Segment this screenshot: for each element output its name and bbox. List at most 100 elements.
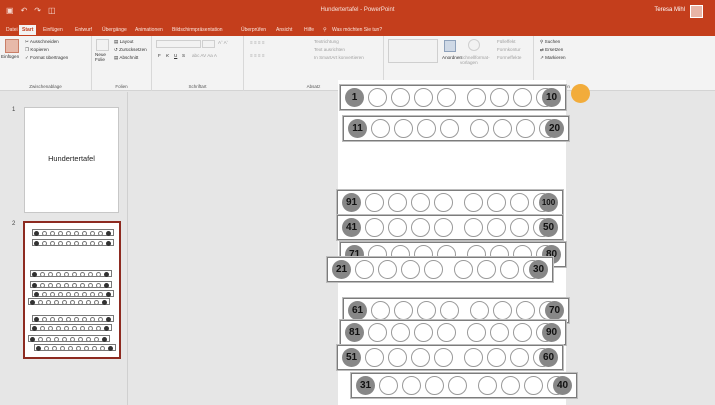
empty-circle: [424, 260, 443, 279]
fill-button[interactable]: Fülleffekt: [497, 39, 516, 44]
mini-circle: [72, 272, 77, 277]
number-strip[interactable]: 91 100: [337, 190, 563, 215]
empty-circle: [391, 88, 410, 107]
paste-icon[interactable]: [5, 39, 19, 53]
outline-button[interactable]: Formkontur: [497, 47, 521, 52]
mini-circle: [72, 326, 77, 331]
mini-number-strip: [32, 239, 114, 246]
tab-bildschirmpraesentation[interactable]: Bildschirmpräsentation: [169, 25, 226, 35]
mini-circle: [50, 292, 55, 297]
empty-circle: [371, 119, 390, 138]
list-icon[interactable]: ≡ ≡ ≡ ≡: [250, 40, 265, 45]
mini-circle: [90, 231, 95, 236]
mini-circle: [60, 346, 65, 351]
number-strip[interactable]: 51 60: [337, 345, 563, 370]
bold-button[interactable]: F: [158, 53, 161, 58]
empty-circle: [470, 301, 489, 320]
orange-circle-marker[interactable]: [571, 84, 590, 103]
quick-styles-button[interactable]: Schnellformat-vorlagen: [460, 55, 492, 65]
smartart-button[interactable]: In SmartArt konvertieren: [314, 55, 364, 60]
start-number-badge: 81: [345, 323, 364, 342]
empty-circle: [411, 218, 430, 237]
section-button[interactable]: ▤ Abschnitt: [114, 55, 138, 61]
tab-uebergaenge[interactable]: Übergänge: [99, 25, 130, 35]
replace-button[interactable]: ⇄ Ersetzen: [540, 47, 563, 53]
tab-start[interactable]: Start: [19, 25, 37, 35]
underline-button[interactable]: U: [174, 53, 177, 58]
reset-button[interactable]: ↺ Zurücksetzen: [114, 47, 147, 53]
tab-ansicht[interactable]: Ansicht: [273, 25, 295, 35]
number-strip[interactable]: 41 50: [337, 215, 563, 240]
mini-circle: [82, 241, 87, 246]
empty-circle: [510, 348, 529, 367]
mini-circle: [102, 300, 107, 305]
paste-button[interactable]: Einfügen: [1, 54, 19, 59]
tab-animationen[interactable]: Animationen: [132, 25, 166, 35]
format-painter-button[interactable]: ✓ Format übertragen: [25, 55, 68, 61]
shapes-gallery-icon[interactable]: [388, 39, 438, 63]
avatar[interactable]: [690, 5, 703, 18]
new-slide-icon[interactable]: [96, 39, 109, 51]
empty-circle: [388, 348, 407, 367]
empty-circle: [464, 348, 483, 367]
mini-circle: [92, 346, 97, 351]
layout-button[interactable]: ▤ Layout: [114, 39, 133, 45]
text-direction-button[interactable]: Textrichtung: [314, 39, 339, 44]
mini-circle: [90, 292, 95, 297]
shadow-button[interactable]: S: [182, 53, 185, 58]
mini-number-strip: [28, 298, 110, 305]
arrange-icon[interactable]: [444, 40, 456, 52]
mini-circle: [58, 231, 63, 236]
start-number-badge: 21: [332, 260, 351, 279]
font-size-box[interactable]: [202, 40, 215, 48]
align-icon[interactable]: ≡ ≡ ≡ ≡: [250, 53, 265, 58]
empty-circle: [394, 301, 413, 320]
tab-hilfe[interactable]: Hilfe: [301, 25, 317, 35]
group-label-clipboard: Zwischenablage: [29, 84, 62, 89]
mini-circle: [96, 326, 101, 331]
empty-circle: [417, 119, 436, 138]
arrange-button[interactable]: Anordnen: [442, 55, 462, 60]
empty-circle: [414, 88, 433, 107]
empty-circle: [467, 323, 486, 342]
effects-button[interactable]: Formeffekte: [497, 55, 521, 60]
quick-styles-icon[interactable]: [468, 39, 480, 51]
empty-circle: [516, 119, 535, 138]
cut-button[interactable]: ✂ Ausschneiden: [25, 39, 59, 45]
mini-circle: [64, 283, 69, 288]
mini-circle: [86, 300, 91, 305]
slide-thumbnail-1[interactable]: Hundertertafel: [24, 107, 119, 213]
tab-einfuegen[interactable]: Einfügen: [40, 25, 66, 35]
align-text-button[interactable]: Text ausrichten: [314, 47, 345, 52]
slide-number-2: 2: [12, 221, 16, 227]
number-strip[interactable]: 1 10: [340, 85, 566, 110]
copy-button[interactable]: ❐ Kopieren: [25, 47, 49, 53]
number-strip[interactable]: 11 20: [343, 116, 569, 141]
italic-button[interactable]: K: [166, 53, 169, 58]
mini-circle: [78, 300, 83, 305]
tab-ueberpruefen[interactable]: Überprüfen: [238, 25, 269, 35]
number-strip[interactable]: 21 30: [327, 257, 553, 282]
mini-circle: [36, 346, 41, 351]
slide-thumbnail-2[interactable]: [23, 221, 121, 359]
grow-font-icon[interactable]: Aˆ Aˇ: [218, 40, 228, 45]
new-slide-button[interactable]: Neue Folie: [95, 52, 113, 62]
user-name[interactable]: Teresa Mihl: [654, 7, 685, 13]
tab-entwurf[interactable]: Entwurf: [72, 25, 95, 35]
mini-circle: [94, 300, 99, 305]
select-button[interactable]: ↗ Markieren: [540, 55, 566, 61]
empty-circle: [402, 376, 421, 395]
mini-circle: [86, 337, 91, 342]
font-color-icon[interactable]: abc AV Aa A: [192, 53, 217, 58]
empty-circle: [434, 348, 453, 367]
find-button[interactable]: ⚲ Suchen: [540, 39, 560, 45]
mini-circle: [34, 317, 39, 322]
number-strip[interactable]: 31 40: [351, 373, 577, 398]
number-strip[interactable]: 81 90: [340, 320, 566, 345]
mini-circle: [50, 241, 55, 246]
tell-me-box[interactable]: Was möchten Sie tun?: [329, 25, 385, 35]
mini-number-strip: [30, 281, 112, 288]
mini-circle: [70, 300, 75, 305]
mini-circle: [46, 337, 51, 342]
font-name-box[interactable]: [156, 40, 201, 48]
